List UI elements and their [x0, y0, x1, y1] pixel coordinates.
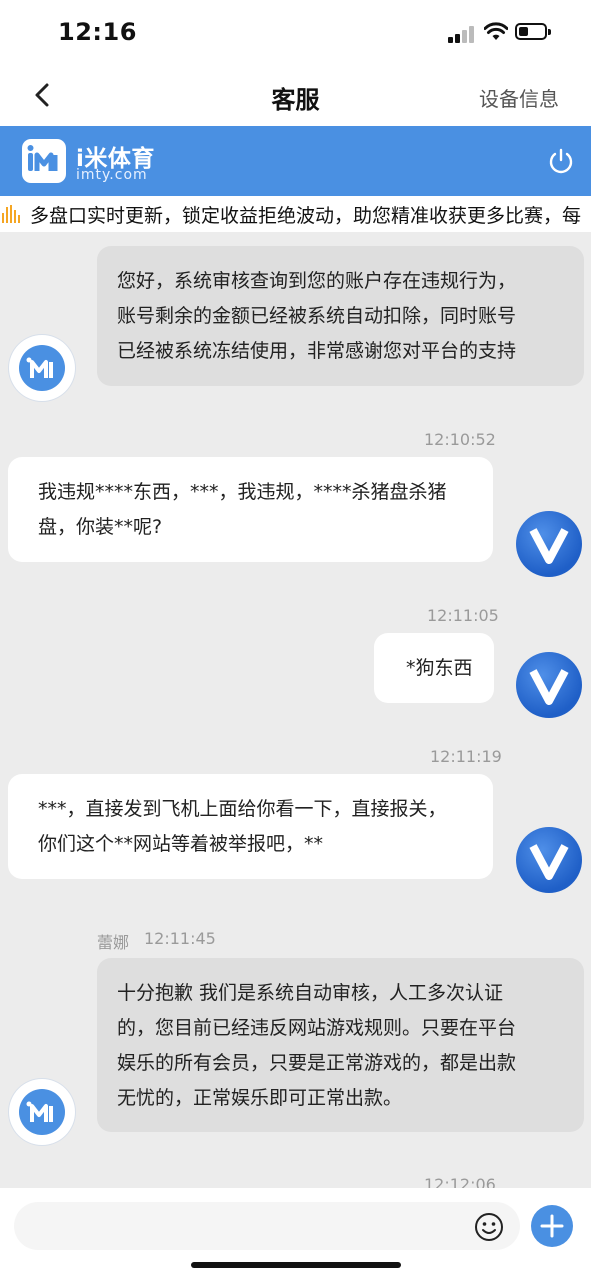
agent-message-bubble: 您好，系统审核查询到您的账户存在违规行为， 账号剩余的金额已经被系统自动扣除，同… [97, 246, 584, 386]
home-indicator [191, 1262, 401, 1268]
message-timestamp: 12:10:52 [424, 430, 496, 449]
add-attachment-button[interactable] [531, 1205, 573, 1247]
message-line: 无忧的，正常娱乐即可正常出款。 [117, 1087, 403, 1109]
agent-message-bubble: 十分抱歉 我们是系统自动审核，人工多次认证 的，您目前已经违反网站游戏规则。只要… [97, 958, 584, 1132]
announcement-icon [2, 205, 22, 223]
plus-icon [540, 1214, 564, 1238]
message-line: 娱乐的所有会员，只要是正常游戏的，都是出款 [117, 1052, 517, 1074]
message-timestamp: 12:11:45 [144, 929, 216, 948]
brand-logo [22, 139, 66, 183]
im-logo-icon [19, 345, 65, 391]
message-line: 你们这个**网站等着被举报吧，** [38, 833, 324, 855]
status-bar: 12:16 [0, 0, 591, 64]
device-info-button[interactable]: 设备信息 [479, 83, 559, 112]
cellular-signal-icon [448, 26, 476, 43]
message-line: 的，您目前已经违反网站游戏规则。只要在平台 [117, 1017, 517, 1039]
v-logo-icon [529, 528, 569, 564]
wifi-icon [484, 22, 508, 40]
v-logo-icon [529, 844, 569, 880]
message-line: 我违规****东西，***，我违规，****杀猪盘杀猪 [38, 481, 447, 503]
message-line: 盘，你装**呢? [38, 516, 163, 538]
announcement-marquee: 多盘口实时更新，锁定收益拒绝波动，助您精准收获更多比赛，每 [0, 196, 591, 232]
announcement-text: 多盘口实时更新，锁定收益拒绝波动，助您精准收获更多比赛，每 [30, 205, 582, 227]
user-avatar [516, 827, 582, 893]
status-time: 12:16 [58, 18, 137, 46]
user-avatar [516, 511, 582, 577]
brand-domain: imty.com [76, 167, 148, 183]
message-line: 您好，系统审核查询到您的账户存在违规行为， [117, 270, 517, 292]
nav-bar: 客服 设备信息 [0, 64, 591, 126]
im-logo-icon [19, 1089, 65, 1135]
agent-avatar [9, 1079, 75, 1145]
message-timestamp: 12:11:19 [430, 747, 502, 766]
message-line: 账号剩余的金额已经被系统自动扣除，同时账号 [117, 305, 517, 327]
message-timestamp: 12:11:05 [427, 606, 499, 625]
im-logo-icon [27, 145, 58, 171]
user-message-bubble: ***，直接发到飞机上面给你看一下，直接报关， 你们这个**网站等着被举报吧，*… [8, 774, 493, 879]
message-line: *狗东西 [406, 657, 473, 679]
chat-area[interactable]: 您好，系统审核查询到您的账户存在违规行为， 账号剩余的金额已经被系统自动扣除，同… [0, 232, 591, 1188]
message-line: 十分抱歉 我们是系统自动审核，人工多次认证 [117, 982, 504, 1004]
user-message-bubble: *狗东西 [374, 633, 494, 703]
user-avatar [516, 652, 582, 718]
agent-avatar [9, 335, 75, 401]
message-line: ***，直接发到飞机上面给你看一下，直接报关， [38, 798, 447, 820]
brand-bar: i米体育 imty.com [0, 126, 591, 196]
message-line: 已经被系统冻结使用，非常感谢您对平台的支持 [117, 340, 517, 362]
message-timestamp: 12:12:06 [424, 1175, 496, 1188]
agent-name: 蕾娜 [97, 933, 130, 952]
message-input[interactable] [14, 1202, 520, 1250]
v-logo-icon [529, 669, 569, 705]
smiley-icon[interactable] [474, 1212, 504, 1242]
battery-icon [515, 23, 551, 40]
user-message-bubble: 我违规****东西，***，我违规，****杀猪盘杀猪 盘，你装**呢? [8, 457, 493, 562]
power-icon[interactable] [547, 147, 575, 175]
